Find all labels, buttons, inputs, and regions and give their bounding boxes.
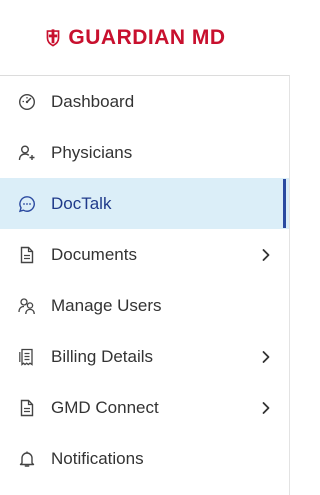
chevron-right-icon[interactable] xyxy=(261,401,271,415)
sidebar-item-dashboard[interactable]: Dashboard xyxy=(0,76,289,127)
sidebar-item-label: Dashboard xyxy=(51,91,135,111)
sidebar-item-documents[interactable]: Documents xyxy=(0,229,289,280)
brand-header: GUARDIAN MD xyxy=(0,0,290,75)
sidebar-item-gmd-connect[interactable]: GMD Connect xyxy=(0,382,289,433)
sidebar-item-doctalk[interactable]: DocTalk xyxy=(0,178,289,229)
nav-menu: Dashboard Physicians DocTalk Documents M… xyxy=(0,75,290,495)
sidebar-item-label: Physicians xyxy=(51,142,133,162)
sidebar-item-label: Manage Users xyxy=(51,295,162,315)
bell-icon xyxy=(18,450,36,468)
sidebar-item-manage-users[interactable]: Manage Users xyxy=(0,280,289,331)
receipt-icon xyxy=(18,348,36,366)
user-plus-icon xyxy=(18,144,36,162)
sidebar-item-physicians[interactable]: Physicians xyxy=(0,127,289,178)
sidebar-item-label: DocTalk xyxy=(51,193,112,213)
document-icon xyxy=(18,399,36,417)
gauge-icon xyxy=(18,93,36,111)
brand-name: GUARDIAN MD xyxy=(68,25,226,49)
document-icon xyxy=(18,246,36,264)
sidebar-item-notifications[interactable]: Notifications xyxy=(0,433,289,484)
sidebar-item-billing-details[interactable]: Billing Details xyxy=(0,331,289,382)
users-icon xyxy=(18,297,36,315)
chevron-right-icon[interactable] xyxy=(261,350,271,364)
sidebar-item-label: Billing Details xyxy=(51,346,154,366)
chevron-right-icon[interactable] xyxy=(261,248,271,262)
brand-logo[interactable]: GUARDIAN MD xyxy=(42,25,225,51)
sidebar: GUARDIAN MD Dashboard Physicians DocTalk xyxy=(0,0,290,495)
sidebar-item-label: Notifications xyxy=(51,448,144,468)
chat-bubble-icon xyxy=(18,195,36,213)
sidebar-item-label: GMD Connect xyxy=(51,397,159,417)
sidebar-item-label: Documents xyxy=(51,244,137,264)
shield-cross-icon xyxy=(42,25,64,51)
